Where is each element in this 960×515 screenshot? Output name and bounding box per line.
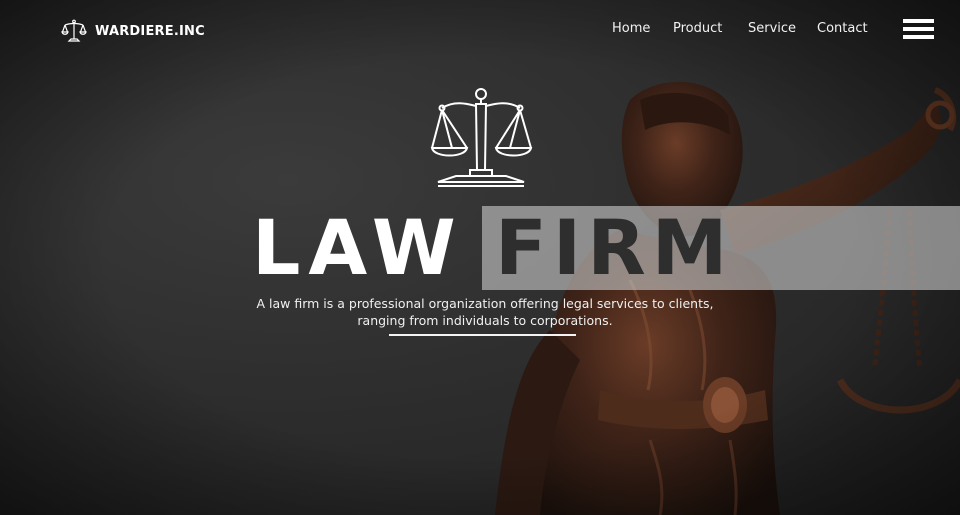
hero-divider: [389, 334, 576, 336]
nav-home[interactable]: Home: [612, 21, 650, 36]
hero-description-line-2: ranging from individuals to corporations…: [357, 313, 613, 328]
brand[interactable]: WARDIERE.INC: [61, 17, 205, 45]
hero-title-law: LAW: [252, 203, 464, 292]
nav-product[interactable]: Product: [673, 21, 722, 36]
scales-of-justice-icon: [430, 88, 533, 187]
menu-bar: [903, 19, 934, 23]
menu-bar: [903, 35, 934, 39]
hero-title-firm: FIRM: [495, 203, 734, 292]
nav-contact[interactable]: Contact: [817, 21, 868, 36]
hero-description: A law firm is a professional organizatio…: [240, 295, 730, 329]
scales-of-justice-icon: [61, 19, 87, 42]
hamburger-menu-icon[interactable]: [903, 19, 934, 40]
menu-bar: [903, 27, 934, 31]
hero-description-line-1: A law firm is a professional organizatio…: [256, 296, 714, 311]
nav-service[interactable]: Service: [748, 21, 796, 36]
brand-name: WARDIERE.INC: [95, 23, 205, 39]
hero-section: WARDIERE.INC Home Product Service Contac…: [0, 0, 960, 515]
